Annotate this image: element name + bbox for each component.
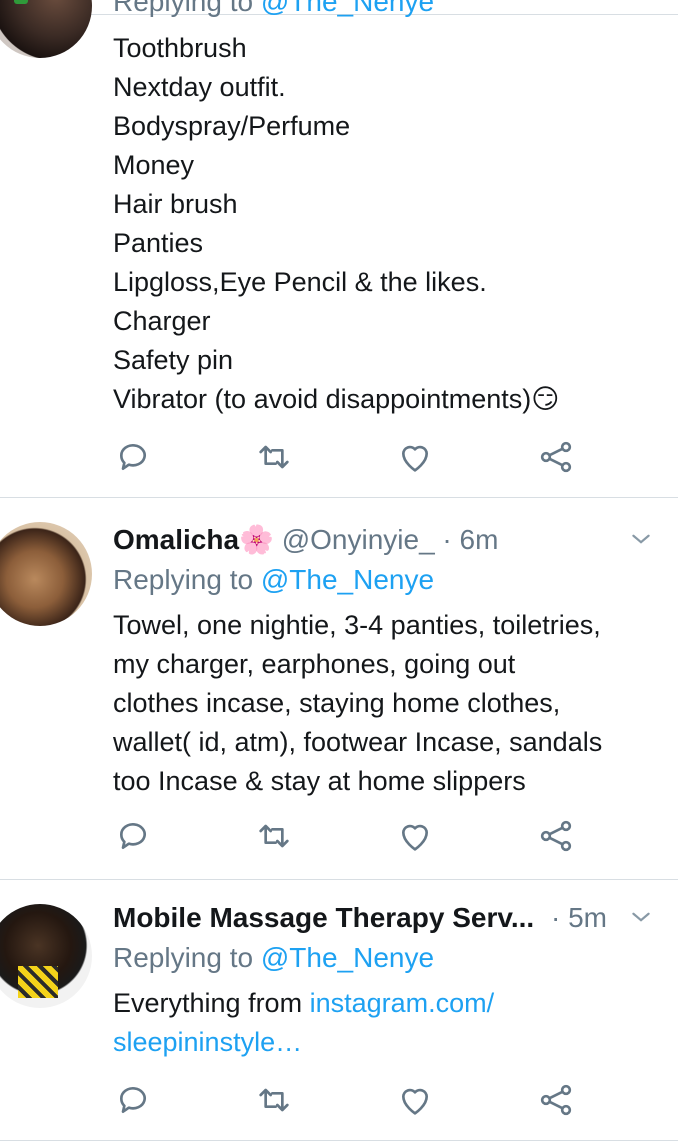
text-line: clothes incase, staying home clothes, [113, 688, 561, 718]
text-line: Safety pin [113, 345, 234, 375]
avatar[interactable] [0, 904, 92, 1008]
like-icon[interactable] [395, 816, 435, 856]
reply-prefix: Replying to [113, 564, 254, 595]
reply-icon[interactable] [113, 1080, 153, 1120]
tweet-1[interactable]: Replying to @The_Nenye Toothbrush Nextda… [0, 0, 678, 497]
text-line: Charger [113, 306, 211, 336]
text-line: Lipgloss,Eye Pencil & the likes. [113, 267, 487, 297]
tweet-text: Towel, one nightie, 3-4 panties, toiletr… [113, 606, 658, 801]
chevron-down-icon[interactable] [628, 904, 654, 930]
mention-link[interactable]: @The_Nenye [261, 942, 434, 973]
text-line: Vibrator (to avoid disappointments)😏 [113, 384, 560, 414]
tweet-3[interactable]: Mobile Massage Therapy Serv... · 5m Repl… [0, 880, 678, 1140]
timestamp: · 6m [442, 524, 499, 555]
reply-icon[interactable] [113, 437, 153, 477]
text-line: Money [113, 150, 195, 180]
display-name[interactable]: Mobile Massage Therapy Serv... [113, 902, 534, 933]
reply-prefix: Replying to [113, 942, 254, 973]
text-line: Nextday outfit. [113, 72, 286, 102]
retweet-icon[interactable] [254, 1080, 294, 1120]
text-line: Toothbrush [113, 33, 247, 63]
user-handle[interactable]: @Onyinyie_ [282, 524, 435, 555]
mention-link[interactable]: @The_Nenye [261, 0, 434, 17]
action-bar [113, 437, 583, 477]
tweet-text: Toothbrush Nextday outfit. Bodyspray/Per… [113, 29, 658, 419]
retweet-icon[interactable] [254, 816, 294, 856]
bottom-divider [0, 1140, 678, 1141]
url-link[interactable]: sleepininstyle… [113, 1023, 658, 1062]
text-line: Bodyspray/Perfume [113, 111, 351, 141]
share-icon[interactable] [536, 1080, 576, 1120]
timestamp: · 5m [551, 902, 607, 933]
text-line: my charger, earphones, going out [113, 649, 516, 679]
url-link[interactable]: instagram.com/ [310, 988, 495, 1018]
reply-context: Replying to @The_Nenye [113, 0, 434, 20]
tweet-header: Mobile Massage Therapy Serv... · 5m [113, 900, 658, 936]
text-line: Hair brush [113, 189, 238, 219]
share-icon[interactable] [536, 816, 576, 856]
chevron-down-icon[interactable] [628, 526, 654, 552]
avatar[interactable] [0, 522, 92, 626]
retweet-icon[interactable] [254, 437, 294, 477]
tweet-text: Everything from instagram.com/ sleepinin… [113, 984, 658, 1062]
reply-context: Replying to @The_Nenye [113, 940, 434, 976]
action-bar [113, 1080, 583, 1120]
reply-context: Replying to @The_Nenye [113, 562, 434, 598]
like-icon[interactable] [395, 1080, 435, 1120]
tweet-2[interactable]: Omalicha🌸 @Onyinyie_ · 6m Replying to @T… [0, 498, 678, 879]
tweet-header: Omalicha🌸 @Onyinyie_ · 6m [113, 522, 658, 558]
display-name[interactable]: Omalicha🌸 [113, 524, 274, 555]
avatar[interactable] [0, 0, 92, 58]
text-line: Towel, one nightie, 3-4 panties, toiletr… [113, 610, 601, 640]
text-line: Panties [113, 228, 204, 258]
reply-icon[interactable] [113, 816, 153, 856]
text-line: too Incase & stay at home slippers [113, 766, 526, 796]
action-bar [113, 816, 583, 856]
reply-prefix: Replying to [113, 0, 254, 17]
text-prefix: Everything from [113, 988, 310, 1018]
text-line: wallet( id, atm), footwear Incase, sanda… [113, 727, 603, 757]
like-icon[interactable] [395, 437, 435, 477]
share-icon[interactable] [536, 437, 576, 477]
text-line: Everything from instagram.com/ [113, 984, 658, 1023]
mention-link[interactable]: @The_Nenye [261, 564, 434, 595]
